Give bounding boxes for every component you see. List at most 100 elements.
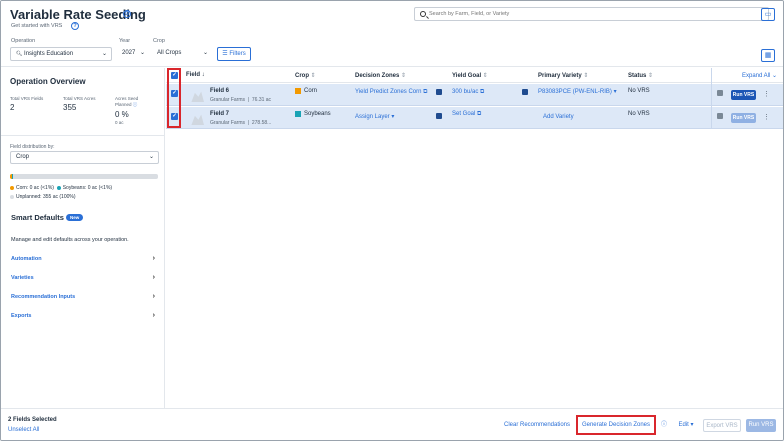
field-name[interactable]: Field 6: [210, 88, 229, 94]
fields-table: ✓ Field ↓ Crop ⇕ Decision Zones ⇕ Yield …: [166, 68, 783, 408]
add-variety-link[interactable]: Add Variety: [543, 114, 574, 120]
smart-defaults-title: Smart Defaults: [11, 213, 64, 222]
search-input[interactable]: [429, 9, 759, 19]
crop-color-swatch: [295, 111, 301, 117]
stat-label: Acres Seed Planned ⓘ: [115, 96, 139, 107]
item-label: Recommendation Inputs: [11, 294, 76, 300]
smart-defaults-description: Manage and edit defaults across your ope…: [11, 237, 129, 243]
distribution-select[interactable]: Crop ⌄: [10, 151, 159, 164]
search-box[interactable]: [414, 7, 769, 21]
footer-bar: 2 Fields Selected Unselect All Clear Rec…: [1, 408, 783, 440]
new-badge: New: [66, 214, 84, 221]
filters-button[interactable]: ☰ Filters: [217, 47, 251, 61]
chevron-right-icon: ›: [152, 274, 155, 281]
unplanned-dot-icon: [10, 194, 14, 199]
sidebar: Operation Overview Total VRS Fields 2 To…: [1, 68, 165, 408]
smart-default-exports[interactable]: Exports ›: [11, 312, 155, 319]
expand-all-link[interactable]: Expand All ⌄: [742, 72, 777, 79]
title-info-icon[interactable]: ⊙: [123, 10, 131, 18]
crop-select[interactable]: All Crops ⌄: [152, 47, 212, 61]
export-vrs-button[interactable]: Export VRS: [703, 419, 741, 432]
highlight-box: [576, 415, 656, 435]
edit-icon: ⧉: [480, 89, 485, 95]
yield-goal-link[interactable]: 300 bu/ac ⧉: [452, 89, 484, 96]
soybeans-dot-icon: [56, 185, 61, 190]
chevron-down-icon: ⌄: [101, 51, 107, 57]
search-icon: [420, 11, 426, 17]
status-text: No VRS: [628, 88, 650, 94]
operation-label: Operation: [11, 38, 36, 44]
column-header-primary-variety[interactable]: Primary Variety ⇕: [538, 72, 588, 79]
filters-button-label: Filters: [229, 51, 246, 57]
year-select[interactable]: 2027 ⌄: [117, 47, 149, 61]
page-subtitle: Get started with VRS: [11, 23, 63, 29]
stat-value: 2: [10, 103, 15, 112]
crop-label: Crop: [153, 38, 165, 44]
table-row[interactable]: ✓ Field 6 Granular Farms | 76.31 ac Corn…: [166, 84, 783, 106]
chat-icon[interactable]: ▭: [761, 8, 775, 21]
decision-zone-link[interactable]: Yield Predict Zones Corn ⧉: [355, 89, 427, 96]
table-header: ✓ Field ↓ Crop ⇕ Decision Zones ⇕ Yield …: [166, 68, 783, 83]
stat-label: Total VRS Acres: [63, 96, 96, 101]
pin-icon[interactable]: [717, 113, 723, 119]
stat-sub: 0 ac: [115, 120, 124, 125]
crop-name: Corn: [304, 88, 318, 94]
column-header-field[interactable]: Field ↓: [186, 72, 205, 78]
run-vrs-button[interactable]: Run VRS: [731, 113, 756, 123]
operation-value: Insights Education: [24, 51, 74, 57]
top-bar: Variable Rate Seeding ⊙ Get started with…: [1, 1, 783, 67]
assign-layer-link[interactable]: Assign Layer ▾: [355, 113, 394, 120]
info-icon[interactable]: ⓘ: [659, 419, 669, 432]
legend-corn: Corn: 0 ac (<1%): [16, 185, 54, 191]
selected-count: 2 Fields Selected: [8, 417, 57, 423]
table-row[interactable]: ✓ Field 7 Granular Farms | 278.58... Soy…: [166, 107, 783, 129]
smart-default-varieties[interactable]: Varieties ›: [11, 274, 155, 281]
more-options-icon[interactable]: ⋮: [763, 113, 770, 121]
crop-name: Soybeans: [304, 111, 331, 117]
column-settings-icon[interactable]: ▦: [761, 49, 775, 62]
more-options-icon[interactable]: ⋮: [763, 90, 770, 98]
clear-recommendations-button[interactable]: Clear Recommendations: [501, 419, 573, 432]
divider: [1, 135, 165, 136]
distribution-bar: [10, 174, 158, 179]
stat-value: 355: [63, 103, 77, 112]
legend-soybeans: Soybeans: 0 ac (<1%): [62, 185, 113, 191]
column-header-yield-goal[interactable]: Yield Goal ⇕: [452, 72, 488, 79]
field-farm: Granular Farms | 76.31 ac: [210, 97, 272, 103]
overview-title: Operation Overview: [10, 77, 86, 86]
corn-dot-icon: [10, 185, 14, 190]
crop-color-swatch: [295, 88, 301, 94]
info-icon[interactable]: ⓘ: [133, 102, 138, 107]
run-vrs-footer-button[interactable]: Run VRS: [746, 419, 776, 432]
stat-label: Total VRS Fields: [10, 96, 44, 101]
edit-icon: ⧉: [477, 111, 482, 117]
chevron-right-icon: ›: [152, 255, 155, 262]
field-thumbnail: [191, 114, 204, 125]
run-vrs-button[interactable]: Run VRS: [731, 90, 756, 100]
smart-default-automation[interactable]: Automation ›: [11, 255, 155, 262]
chevron-right-icon: ›: [152, 293, 155, 300]
pin-icon[interactable]: [717, 90, 723, 96]
column-header-crop[interactable]: Crop ⇕: [295, 72, 316, 79]
field-name[interactable]: Field 7: [210, 111, 229, 117]
help-icon[interactable]: ?: [71, 22, 79, 30]
layer-icon[interactable]: [436, 89, 442, 95]
legend-unplanned: Unplanned: 355 ac (100%): [16, 194, 76, 200]
year-value: 2027: [122, 50, 136, 56]
year-label: Year: [119, 38, 131, 44]
unselect-all-link[interactable]: Unselect All: [8, 427, 39, 433]
field-thumbnail: [191, 91, 204, 102]
smart-default-recommendation-inputs[interactable]: Recommendation Inputs ›: [11, 293, 155, 300]
variety-select[interactable]: P83083PCE (PW-ENL-RIB) ▾: [538, 88, 617, 95]
layer-icon[interactable]: [522, 89, 528, 95]
legend-row: Unplanned: 355 ac (100%): [10, 194, 76, 200]
app-window: Variable Rate Seeding ⊙ Get started with…: [0, 0, 784, 441]
item-label: Varieties: [11, 275, 34, 281]
edit-menu-button[interactable]: Edit ▾: [674, 419, 698, 432]
set-goal-link[interactable]: Set Goal ⧉: [452, 111, 481, 118]
operation-select[interactable]: 🔍︎ Insights Education ⌄: [10, 47, 112, 61]
distribution-label: Field distribution by:: [10, 144, 55, 150]
column-header-status[interactable]: Status ⇕: [628, 72, 653, 79]
layer-icon[interactable]: [436, 113, 442, 119]
column-header-decision-zones[interactable]: Decision Zones ⇕: [355, 72, 406, 79]
